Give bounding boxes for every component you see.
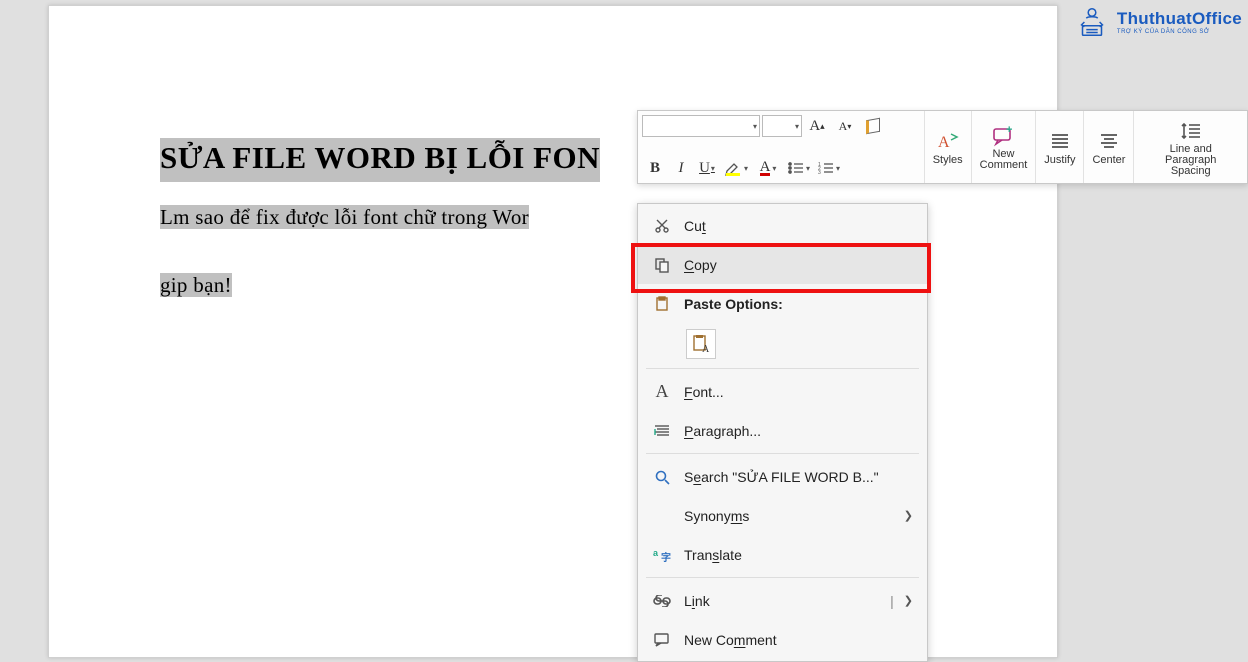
search-icon bbox=[648, 469, 676, 485]
font-icon: A bbox=[648, 381, 676, 402]
cut-icon bbox=[648, 218, 676, 234]
paragraph-icon bbox=[648, 424, 676, 438]
new-comment-icon: + bbox=[991, 123, 1015, 149]
svg-text:A: A bbox=[702, 344, 710, 354]
paste-options-header: Paste Options: bbox=[638, 284, 927, 323]
translate-icon: a字 bbox=[648, 547, 676, 563]
mini-toolbar: ▾ ▾ A▴ A▾ B I U▾ ▾ A▾ ▾ 123▾ A bbox=[637, 110, 1248, 184]
highlight-color-button[interactable]: ▾ bbox=[720, 156, 752, 180]
search-menu-item[interactable]: Search "SỬA FILE WORD B..." bbox=[638, 457, 927, 496]
paste-keep-text-icon: A bbox=[686, 329, 716, 359]
justify-button[interactable]: Justify bbox=[1036, 111, 1084, 183]
line-spacing-icon bbox=[1180, 118, 1202, 144]
submenu-arrow-icon: ❯ bbox=[904, 509, 919, 522]
watermark-logo bbox=[1073, 3, 1111, 41]
copy-icon bbox=[648, 257, 676, 273]
watermark-subtitle: TRỢ KÝ CỦA DÂN CÔNG SỞ bbox=[1117, 29, 1242, 35]
comment-icon bbox=[648, 633, 676, 647]
synonyms-menu-item[interactable]: Synonyms ❯ bbox=[638, 496, 927, 535]
link-menu-item[interactable]: Link | ❯ bbox=[638, 581, 927, 620]
increase-font-icon[interactable]: A▴ bbox=[804, 114, 830, 138]
font-size-combo[interactable]: ▾ bbox=[762, 115, 802, 137]
styles-button[interactable]: A Styles bbox=[925, 111, 972, 183]
font-menu-item[interactable]: A Font... bbox=[638, 372, 927, 411]
context-menu: Cut Copy Paste Options: A A Font... Para… bbox=[637, 203, 928, 662]
submenu-arrow-icon: ❯ bbox=[904, 594, 919, 607]
svg-text:3: 3 bbox=[818, 170, 821, 175]
italic-button[interactable]: I bbox=[668, 156, 694, 180]
bold-button[interactable]: B bbox=[642, 156, 668, 180]
justify-icon bbox=[1050, 128, 1070, 154]
svg-text:A: A bbox=[938, 134, 950, 151]
font-name-combo[interactable]: ▾ bbox=[642, 115, 760, 137]
new-comment-button[interactable]: + NewComment bbox=[972, 111, 1037, 183]
svg-text:a: a bbox=[653, 548, 659, 558]
watermark-title: ThuthuatOffice bbox=[1117, 9, 1242, 29]
svg-text:字: 字 bbox=[661, 551, 671, 563]
format-painter-icon[interactable] bbox=[860, 114, 886, 138]
document-heading[interactable]: SỬA FILE WORD BỊ LỖI FON bbox=[160, 138, 600, 182]
menu-separator bbox=[646, 368, 919, 369]
menu-separator bbox=[646, 577, 919, 578]
brand-watermark: ThuthuatOffice TRỢ KÝ CỦA DÂN CÔNG SỞ bbox=[1073, 3, 1242, 41]
bullets-button[interactable]: ▾ bbox=[784, 156, 814, 180]
svg-text:+: + bbox=[1006, 125, 1012, 136]
paste-option-keep-text[interactable]: A bbox=[638, 323, 927, 365]
paragraph-menu-item[interactable]: Paragraph... bbox=[638, 411, 927, 450]
translate-menu-item[interactable]: a字 Translate bbox=[638, 535, 927, 574]
underline-button[interactable]: U▾ bbox=[694, 156, 720, 180]
new-comment-menu-item[interactable]: New Comment bbox=[638, 620, 927, 659]
line-spacing-button[interactable]: Line and ParagraphSpacing bbox=[1134, 111, 1247, 183]
center-icon bbox=[1099, 128, 1119, 154]
decrease-font-icon[interactable]: A▾ bbox=[832, 114, 858, 138]
paste-options-icon bbox=[648, 296, 676, 312]
link-icon bbox=[648, 595, 676, 607]
copy-menu-item[interactable]: Copy bbox=[638, 245, 927, 284]
numbering-button[interactable]: 123▾ bbox=[814, 156, 844, 180]
menu-separator bbox=[646, 453, 919, 454]
cut-menu-item[interactable]: Cut bbox=[638, 206, 927, 245]
center-button[interactable]: Center bbox=[1084, 111, 1134, 183]
font-color-button[interactable]: A▾ bbox=[752, 156, 784, 180]
styles-icon: A bbox=[936, 128, 960, 154]
